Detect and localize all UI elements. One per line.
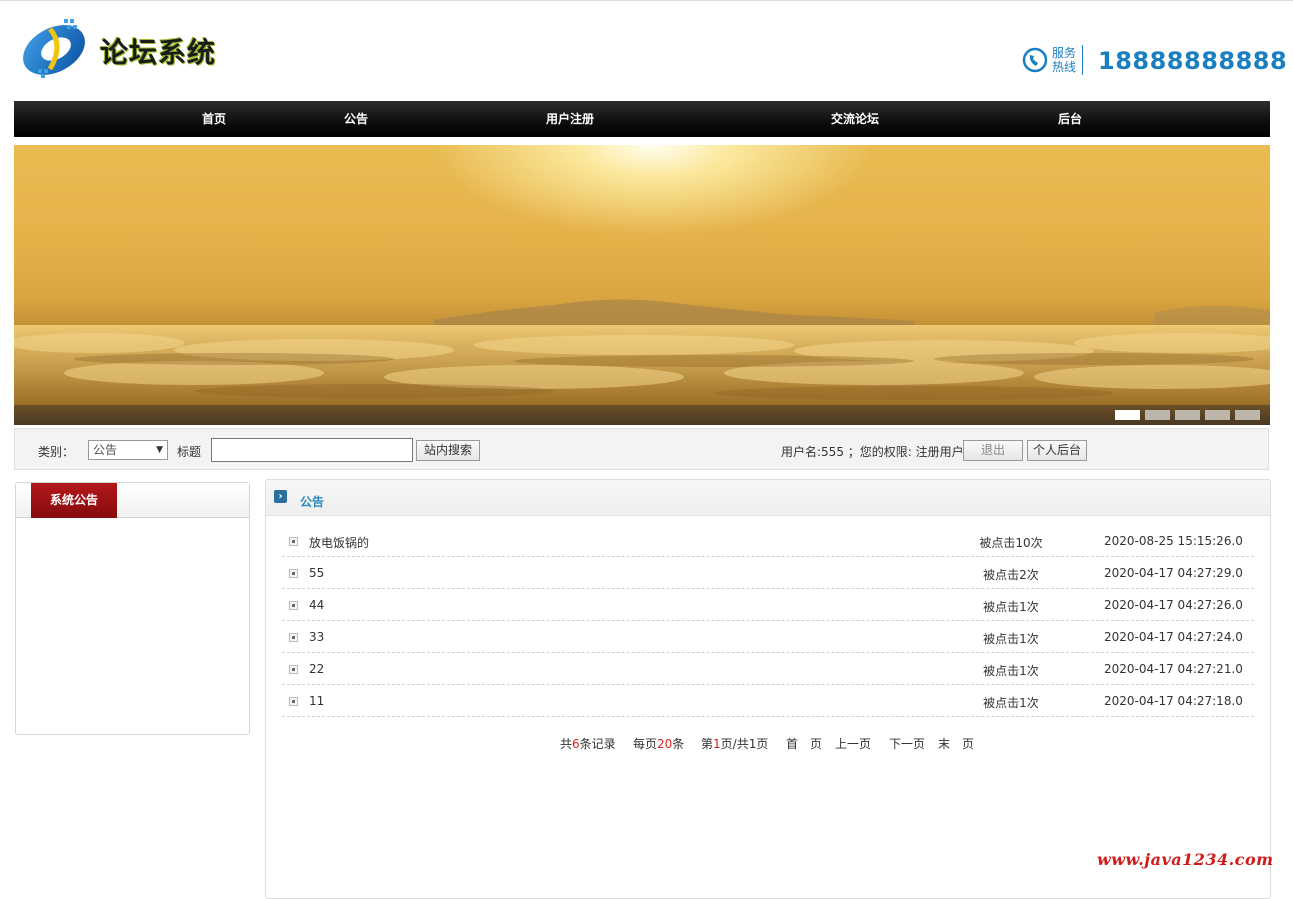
notice-list-title: 公告 [300,495,325,509]
system-notice-panel: 系统公告 [15,482,250,735]
nav-item-home[interactable]: 首页 [202,101,226,137]
notice-title-link[interactable]: 33 [309,630,324,644]
slide-dot-1[interactable] [1115,410,1140,420]
pager-next-link[interactable]: 下一页 [889,735,925,752]
notice-title-link[interactable]: 55 [309,566,324,580]
list-item: 22 被点击1次 2020-04-17 04:27:21.0 [282,653,1254,685]
pager-first-link[interactable]: 首 页 [786,735,822,752]
site-logo-icon [23,19,85,78]
pager-last-link[interactable]: 末 页 [938,735,974,752]
notice-clicks: 被点击2次 [983,568,1039,582]
notice-title-link[interactable]: 22 [309,662,324,676]
hotline-label: 服务热线 [1052,46,1077,74]
notice-title-link[interactable]: 11 [309,694,324,708]
search-bar: 类别： 公告 ▼ 标题 站内搜索 用户名:555 ；您的权限: 注册用户 退出 … [14,428,1269,470]
list-item: 55 被点击2次 2020-04-17 04:27:29.0 [282,557,1254,589]
notice-list-header: › 公告 [266,480,1270,516]
pager-per-page: 每页20条 [633,737,685,751]
list-item: 44 被点击1次 2020-04-17 04:27:26.0 [282,589,1254,621]
notice-clicks: 被点击1次 [983,600,1039,614]
pager-prev-link[interactable]: 上一页 [835,735,871,752]
chevron-right-icon: › [274,490,287,503]
notice-time: 2020-04-17 04:27:21.0 [1104,662,1243,676]
slide-dot-3[interactable] [1175,410,1200,420]
title-label: 标题 [177,445,202,459]
banner-slideshow[interactable] [14,145,1270,425]
notice-list: 放电饭锅的 被点击10次 2020-08-25 15:15:26.0 55 被点… [282,525,1254,717]
chevron-down-icon: ▼ [156,445,163,455]
notice-time: 2020-04-17 04:27:26.0 [1104,598,1243,612]
category-select-value: 公告 [93,443,118,457]
site-title: 论坛系统 [100,36,217,69]
list-item: 33 被点击1次 2020-04-17 04:27:24.0 [282,621,1254,653]
pager-page-info: 第1页/共1页 [701,737,769,751]
bullet-icon [289,665,298,674]
notice-title-link[interactable]: 44 [309,598,324,612]
site-search-button[interactable]: 站内搜索 [416,440,480,461]
phone-icon [1022,47,1048,73]
nav-item-admin[interactable]: 后台 [1058,101,1082,137]
watermark: www.java1234.com [1097,850,1274,869]
slide-dot-4[interactable] [1205,410,1230,420]
user-info: 用户名:555 ；您的权限: 注册用户 [781,445,964,459]
logout-button[interactable]: 退出 [963,440,1023,461]
bullet-icon [289,601,298,610]
nav-item-register[interactable]: 用户注册 [546,101,594,137]
notice-title-link[interactable]: 放电饭锅的 [309,534,369,551]
bullet-icon [289,569,298,578]
notice-time: 2020-04-17 04:27:24.0 [1104,630,1243,644]
banner-image [14,299,1270,405]
site-header: 论坛系统 服务热线 18888888888 [0,0,1293,100]
slide-dot-2[interactable] [1145,410,1170,420]
pagination: 共6条记录 每页20条 第1页/共1页 首 页 上一页 下一页 末 页 [266,735,1270,755]
hotline: 服务热线 18888888888 [1022,45,1287,77]
bullet-icon [289,697,298,706]
list-item: 11 被点击1次 2020-04-17 04:27:18.0 [282,685,1254,717]
notice-clicks: 被点击1次 [983,696,1039,710]
nav-item-forum[interactable]: 交流论坛 [831,101,879,137]
notice-clicks: 被点击1次 [983,664,1039,678]
main-nav: 首页 公告 用户注册 交流论坛 后台 [14,101,1270,137]
notice-clicks: 被点击1次 [983,632,1039,646]
pager-total: 共6条记录 [560,737,616,751]
personal-backend-button[interactable]: 个人后台 [1027,440,1087,461]
notice-time: 2020-04-17 04:27:29.0 [1104,566,1243,580]
slide-dot-5[interactable] [1235,410,1260,420]
hotline-number: 18888888888 [1098,47,1288,75]
notice-time: 2020-04-17 04:27:18.0 [1104,694,1243,708]
hotline-divider [1082,45,1083,75]
notice-list-panel: › 公告 放电饭锅的 被点击10次 2020-08-25 15:15:26.0 … [265,479,1271,899]
bullet-icon [289,633,298,642]
notice-clicks: 被点击10次 [979,536,1043,550]
list-item: 放电饭锅的 被点击10次 2020-08-25 15:15:26.0 [282,525,1254,557]
notice-time: 2020-08-25 15:15:26.0 [1104,534,1243,548]
slideshow-indicators [14,405,1270,425]
nav-item-notice[interactable]: 公告 [344,101,368,137]
title-search-input[interactable] [211,438,413,462]
system-notice-header: 系统公告 [16,483,249,518]
category-select[interactable]: 公告 ▼ [88,440,168,460]
category-label: 类别： [38,445,75,459]
bullet-icon [289,537,298,546]
system-notice-tab[interactable]: 系统公告 [31,483,117,518]
